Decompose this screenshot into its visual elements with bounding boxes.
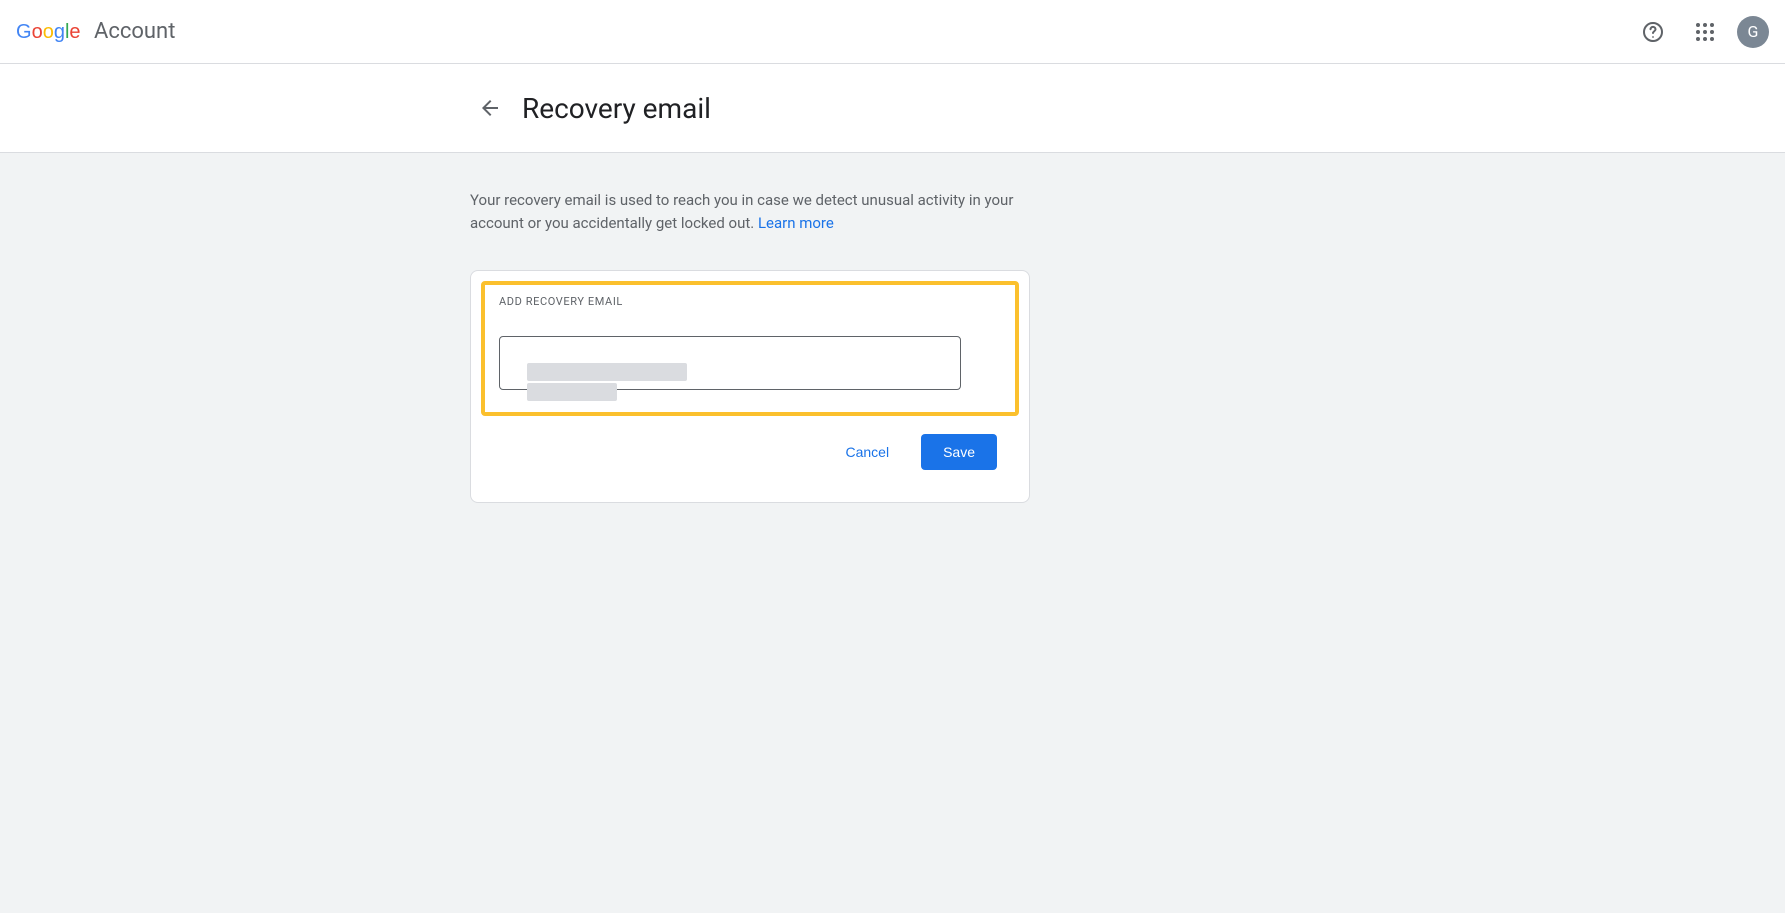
svg-text:Google: Google (16, 21, 81, 43)
recovery-email-input[interactable] (499, 336, 961, 390)
arrow-back-icon (478, 96, 502, 120)
apps-grid-icon (1695, 22, 1715, 42)
header-actions: G (1633, 12, 1769, 52)
apps-button[interactable] (1685, 12, 1725, 52)
page-body: Your recovery email is used to reach you… (0, 153, 1785, 913)
save-button[interactable]: Save (921, 434, 997, 470)
title-row: Recovery email (0, 64, 1785, 152)
google-logo: Google (16, 20, 90, 44)
field-label: ADD RECOVERY EMAIL (499, 295, 1001, 308)
learn-more-link[interactable]: Learn more (758, 214, 834, 232)
app-header: Google Account G (0, 0, 1785, 64)
focused-section: ADD RECOVERY EMAIL (481, 281, 1019, 416)
help-icon (1641, 20, 1665, 44)
product-name: Account (94, 19, 175, 44)
account-avatar[interactable]: G (1737, 16, 1769, 48)
description-text: Your recovery email is used to reach you… (470, 189, 1030, 234)
avatar-initial: G (1748, 22, 1759, 41)
help-button[interactable] (1633, 12, 1673, 52)
brand: Google Account (16, 19, 175, 44)
page-title: Recovery email (522, 92, 711, 125)
content-column: Your recovery email is used to reach you… (470, 189, 1030, 503)
cancel-button[interactable]: Cancel (833, 434, 901, 470)
description-copy: Your recovery email is used to reach you… (470, 191, 1013, 232)
recovery-email-card: ADD RECOVERY EMAIL Cancel Save (470, 270, 1030, 503)
back-button[interactable] (470, 88, 510, 128)
form-actions: Cancel Save (481, 416, 1019, 492)
